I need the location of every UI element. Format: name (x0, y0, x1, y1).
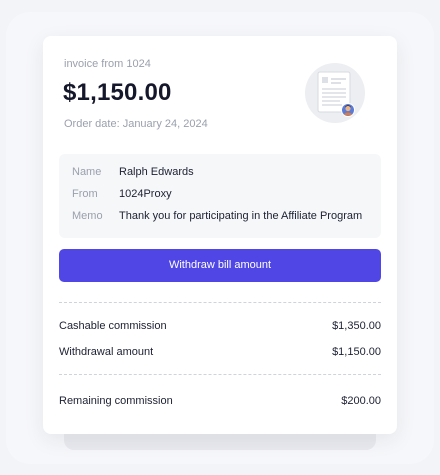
summary-row-remaining: Remaining commission $200.00 (59, 395, 381, 411)
summary-value: $1,150.00 (332, 346, 381, 358)
detail-label: From (72, 188, 98, 200)
invoice-amount: $1,150.00 (63, 79, 172, 106)
summary-label: Remaining commission (59, 395, 173, 407)
summary-label: Withdrawal amount (59, 346, 154, 358)
detail-value: 1024Proxy (119, 188, 172, 200)
summary-value: $200.00 (341, 395, 381, 407)
summary-label: Cashable commission (59, 320, 167, 332)
user-avatar-icon (341, 103, 355, 117)
detail-label: Name (72, 166, 102, 178)
summary-row-cashable: Cashable commission $1,350.00 (59, 320, 381, 336)
divider (59, 374, 381, 375)
detail-value: Thank you for participating in the Affil… (119, 210, 363, 222)
detail-row-memo: Memo Thank you for participating in the … (59, 210, 381, 226)
invoice-from-label: invoice from 1024 (64, 58, 151, 70)
order-date: Order date: January 24, 2024 (64, 118, 208, 130)
invoice-card: invoice from 1024 $1,150.00 Order date: … (43, 36, 397, 434)
divider (59, 302, 381, 303)
summary-row-withdrawal: Withdrawal amount $1,150.00 (59, 346, 381, 362)
detail-row-name: Name Ralph Edwards (59, 166, 381, 182)
document-illustration (305, 63, 365, 123)
detail-row-from: From 1024Proxy (59, 188, 381, 204)
detail-label: Memo (72, 210, 103, 222)
detail-value: Ralph Edwards (119, 166, 194, 178)
withdraw-button[interactable]: Withdraw bill amount (59, 249, 381, 282)
invoice-details: Name Ralph Edwards From 1024Proxy Memo T… (59, 154, 381, 238)
summary-value: $1,350.00 (332, 320, 381, 332)
